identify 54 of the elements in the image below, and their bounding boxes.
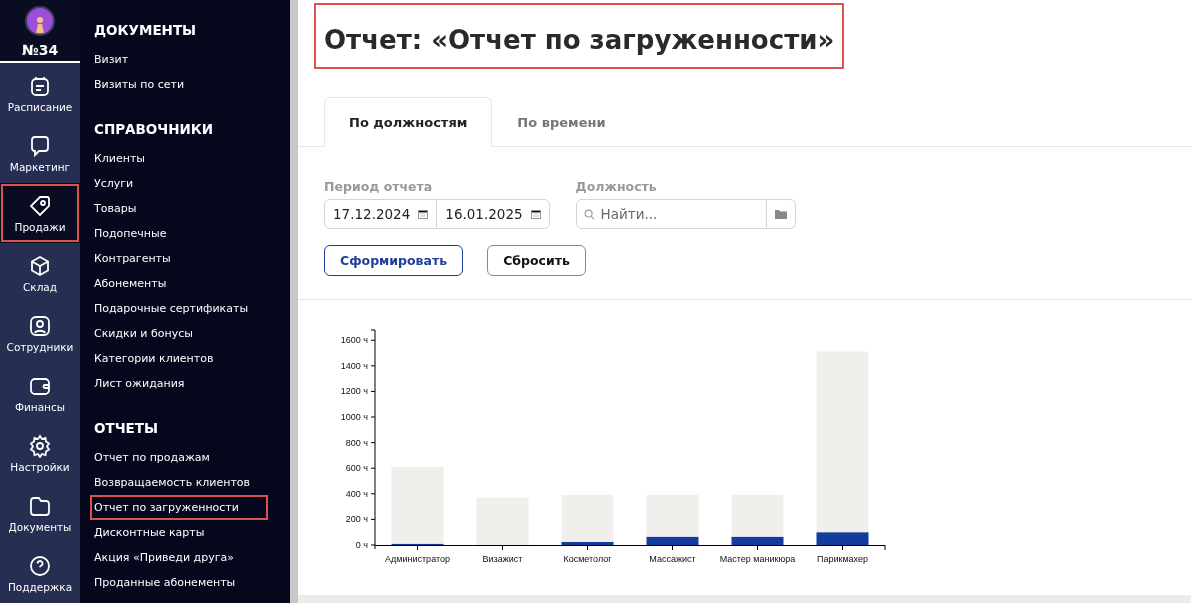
- y-tick-label: 400 ч: [345, 488, 368, 499]
- y-tick-label: 1400 ч: [340, 360, 368, 371]
- menu-link[interactable]: Услуги: [90, 171, 138, 196]
- reset-button[interactable]: Сбросить: [487, 245, 586, 276]
- nav-rail-item[interactable]: Склад: [0, 243, 80, 303]
- y-tick-label: 1000 ч: [340, 412, 368, 422]
- field-label: Период отчета: [324, 179, 434, 194]
- field-label: Должность: [575, 179, 658, 194]
- menu-link[interactable]: Отчет по загруженности: [90, 495, 268, 520]
- menu-link[interactable]: Клиенты: [90, 146, 150, 171]
- menu-link[interactable]: Подарочные сертификаты: [90, 296, 253, 321]
- x-category-label: Косметолог: [563, 554, 612, 564]
- x-category-label: Мастер маникюра: [719, 554, 796, 564]
- nav-rail-item[interactable]: Маркетинг: [0, 123, 80, 183]
- x-category-label: Администратор: [385, 554, 450, 564]
- menu-link[interactable]: Отчет по продажам: [90, 445, 214, 470]
- y-tick-label: 1200 ч: [340, 386, 368, 397]
- menu-link[interactable]: Визиты по сети: [90, 72, 189, 97]
- tab[interactable]: По времени: [492, 97, 631, 147]
- search-field[interactable]: Найти...: [575, 199, 767, 229]
- menu-link[interactable]: Абонементы: [90, 271, 171, 296]
- menu-link[interactable]: Лист ожидания: [90, 371, 189, 396]
- nav-rail-item[interactable]: Поддержка: [0, 543, 80, 603]
- y-tick-label: 800 ч: [345, 437, 368, 448]
- menu-section-heading: ОТЧЕТЫ: [94, 420, 158, 438]
- account-number: №34: [21, 42, 59, 58]
- menu-link[interactable]: Акция «Приведи друга»: [90, 545, 238, 570]
- y-tick-label: 0 ч: [355, 540, 368, 550]
- nav-rail-item[interactable]: Продажи: [0, 183, 80, 243]
- page-title: Отчет: «Отчет по загруженности»: [316, 5, 843, 67]
- menu-link[interactable]: Подопечные: [90, 221, 171, 246]
- menu-link[interactable]: Контрагенты: [90, 246, 175, 271]
- generate-button[interactable]: Сформировать: [324, 245, 464, 276]
- menu-link[interactable]: Товары: [90, 196, 141, 221]
- nav-rail-item[interactable]: Настройки: [0, 423, 80, 483]
- menu-link[interactable]: Визит: [90, 47, 133, 72]
- y-tick-label: 600 ч: [345, 463, 368, 474]
- x-category-label: Массажист: [649, 554, 696, 564]
- y-tick-label: 200 ч: [345, 514, 368, 525]
- menu-link[interactable]: Дисконтные карты: [90, 520, 209, 545]
- nav-rail-item[interactable]: Сотрудники: [0, 303, 80, 363]
- menu-link[interactable]: Проданные абонементы: [90, 570, 240, 595]
- tab[interactable]: По должностям: [324, 97, 493, 147]
- x-category-label: Визажист: [482, 554, 523, 564]
- x-category-label: Парикмахер: [817, 554, 868, 564]
- menu-link[interactable]: Скидки и бонусы: [90, 321, 197, 346]
- nav-rail-item[interactable]: Документы: [0, 483, 80, 543]
- y-tick-label: 1600 ч: [340, 335, 368, 346]
- menu-section-heading: СПРАВОЧНИКИ: [94, 121, 214, 139]
- menu-link[interactable]: Возвращаемость клиентов: [90, 470, 255, 495]
- menu-link[interactable]: Категории клиентов: [90, 346, 218, 371]
- menu-section-heading: ДОКУМЕНТЫ: [94, 22, 197, 40]
- nav-rail-item[interactable]: Финансы: [0, 363, 80, 423]
- nav-rail-item[interactable]: Расписание: [0, 63, 80, 123]
